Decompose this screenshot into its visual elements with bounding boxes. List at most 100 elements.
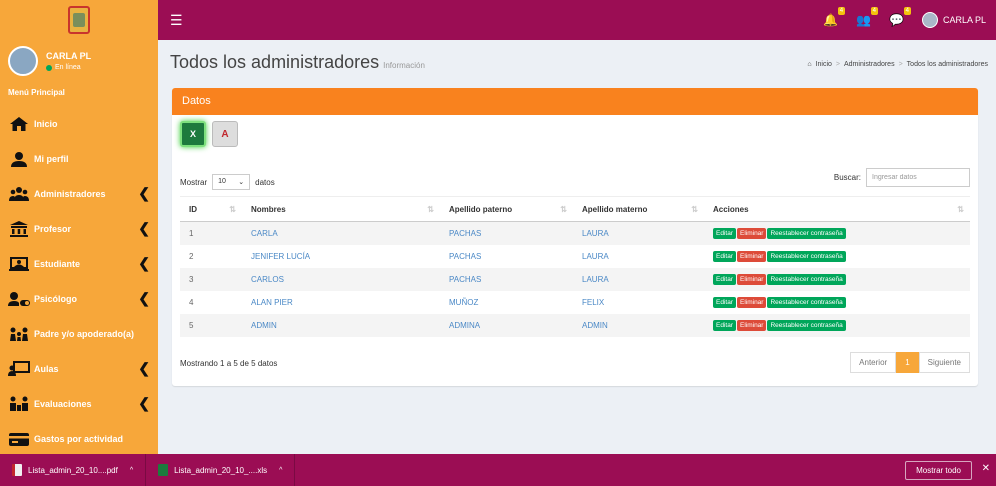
sidebar-item-label: Administradores <box>34 188 106 199</box>
edit-button[interactable]: Editar <box>713 250 736 262</box>
export-pdf-button[interactable]: A <box>212 121 238 147</box>
show-all-downloads-button[interactable]: Mostrar todo <box>905 461 972 480</box>
cell-apellido-paterno: MUÑOZ <box>449 297 479 307</box>
notification-badge: 4 <box>903 7 911 15</box>
table-row: 2 JENIFER LUCÍA PACHAS LAURA Editar Eliminar R… <box>180 245 970 268</box>
data-box: Datos X A Mostrar 10 ⌄ datos Buscar: Ing… <box>172 88 978 386</box>
breadcrumb-separator: > <box>898 61 903 68</box>
delete-button[interactable]: Eliminar <box>736 273 767 285</box>
sidebar-item-padre-apoderado[interactable]: Padre y/o apoderado(a) <box>0 316 158 351</box>
classroom-icon <box>8 360 30 378</box>
sidebar-item-profesor[interactable]: Profesor ❮ <box>0 211 158 246</box>
delete-button[interactable]: Eliminar <box>736 319 767 331</box>
sidebar-item-psicologo[interactable]: Psicólogo ❮ <box>0 281 158 316</box>
users-icon[interactable]: 👥 4 <box>856 7 879 27</box>
pagination-prev-button[interactable]: Anterior <box>850 352 897 373</box>
chevron-left-icon: ❮ <box>138 290 150 306</box>
edit-button[interactable]: Editar <box>713 296 736 308</box>
cell-apellido-paterno: PACHAS <box>449 251 482 261</box>
chevron-up-icon[interactable]: ^ <box>279 467 282 474</box>
cell-id: 5 <box>180 313 242 337</box>
cell-acciones: Editar Eliminar Reestablecer contraseña <box>704 221 970 245</box>
column-label: Apellido paterno <box>449 204 513 214</box>
cell-nombres: JENIFER LUCÍA <box>251 251 311 261</box>
building-icon <box>8 220 30 238</box>
sidebar-item-gastos[interactable]: Gastos por actividad <box>0 421 158 456</box>
sidebar-item-label: Inicio <box>34 118 58 129</box>
cell-nombres: CARLOS <box>242 267 440 291</box>
breadcrumb-link-administradores[interactable]: Administradores <box>844 61 895 68</box>
users-icon <box>8 185 30 203</box>
notification-badge: 4 <box>837 7 846 15</box>
close-icon[interactable]: ✕ <box>982 463 990 474</box>
sidebar-item-administradores[interactable]: Administradores ❮ <box>0 176 158 211</box>
sidebar-item-label: Aulas <box>34 363 59 374</box>
cell-id: 2 <box>189 251 194 261</box>
navbar-right: 🔔 4 👥 4 💬 4 CARLA PL <box>823 0 986 40</box>
downloads-bar: Lista_admin_20_10....pdf ^ Lista_admin_2… <box>0 454 996 486</box>
pagination-next-button[interactable]: Siguiente <box>918 352 970 373</box>
column-header-id[interactable]: ID ⇅ <box>180 196 242 222</box>
chevron-left-icon: ❮ <box>138 255 150 271</box>
breadcrumb-link-inicio[interactable]: Inicio <box>816 61 832 68</box>
breadcrumb-separator: > <box>835 61 840 68</box>
cell-apellido-materno: LAURA <box>573 267 704 291</box>
download-item-pdf[interactable]: Lista_admin_20_10....pdf ^ <box>0 454 147 486</box>
comments-icon[interactable]: 💬 4 <box>889 7 911 27</box>
page-length-select[interactable]: 10 ⌄ <box>212 174 251 190</box>
delete-button[interactable]: Eliminar <box>736 296 767 308</box>
column-header-apellido-paterno[interactable]: Apellido paterno ⇅ <box>440 196 573 222</box>
sort-icon: ⇅ <box>957 205 964 214</box>
pagination-page-button[interactable]: 1 <box>896 352 919 373</box>
table-body: 1 CARLA PACHAS LAURA Editar Eliminar Reestable… <box>180 221 970 337</box>
user-menu[interactable]: CARLA PL <box>921 12 986 28</box>
download-item-xls[interactable]: Lista_admin_20_10_....xls ^ <box>146 454 296 486</box>
sidebar-item-label: Profesor <box>34 223 72 234</box>
cell-nombres: ALAN PIER <box>251 297 293 307</box>
edit-button[interactable]: Editar <box>713 319 736 331</box>
column-header-nombres[interactable]: Nombres ⇅ <box>242 196 440 222</box>
sidebar-item-estudiante[interactable]: Estudiante ❮ <box>0 246 158 281</box>
search-control: Buscar: <box>834 168 970 187</box>
app-logo[interactable] <box>0 0 158 40</box>
cell-acciones: Editar Eliminar Reestablecer contraseña <box>704 291 970 314</box>
status-label: En línea <box>55 64 81 71</box>
page-title-text: Todos los administradores <box>170 52 380 72</box>
delete-button[interactable]: Eliminar <box>736 227 767 239</box>
column-label: Nombres <box>251 204 286 214</box>
sidebar-item-evaluaciones[interactable]: Evaluaciones ❮ <box>0 386 158 421</box>
sidebar-item-label: Mi perfil <box>34 153 69 164</box>
breadcrumb: ⌂ Inicio > Administradores > Todos los a… <box>807 61 988 68</box>
cell-apellido-materno: ADMIN <box>573 313 704 337</box>
sidebar-item-label: Gastos por actividad <box>34 433 124 444</box>
sidebar-profile: CARLA PL En línea <box>0 40 158 82</box>
reset-password-button[interactable]: Reestablecer contraseña <box>767 250 846 262</box>
chevron-left-icon: ❮ <box>138 220 150 236</box>
reset-password-button[interactable]: Reestablecer contraseña <box>767 296 846 308</box>
cell-apellido-materno: LAURA <box>573 221 704 245</box>
bell-icon[interactable]: 🔔 4 <box>823 7 846 27</box>
admins-table: ID ⇅ Nombres ⇅ Apellido paterno ⇅ Apellido … <box>180 196 970 337</box>
chevron-up-icon[interactable]: ^ <box>130 467 133 474</box>
hamburger-menu-icon[interactable]: ☰ <box>170 12 183 29</box>
column-header-apellido-materno[interactable]: Apellido materno ⇅ <box>573 196 704 222</box>
sidebar-item-aulas[interactable]: Aulas ❮ <box>0 351 158 386</box>
menu-header: Menú Principal <box>8 88 65 97</box>
edit-button[interactable]: Editar <box>713 273 736 285</box>
reset-password-button[interactable]: Reestablecer contraseña <box>767 319 846 331</box>
edit-button[interactable]: Editar <box>713 227 736 239</box>
sidebar-item-inicio[interactable]: Inicio <box>0 106 158 141</box>
page-subtitle: Información <box>383 61 425 70</box>
cell-apellido-materno: LAURA <box>582 251 609 261</box>
export-excel-button[interactable]: X <box>180 121 206 147</box>
user-icon <box>8 150 30 168</box>
search-input[interactable] <box>866 168 970 187</box>
delete-button[interactable]: Eliminar <box>736 250 767 262</box>
evaluations-icon <box>8 395 30 413</box>
sidebar-item-mi-perfil[interactable]: Mi perfil <box>0 141 158 176</box>
reset-password-button[interactable]: Reestablecer contraseña <box>767 227 846 239</box>
column-header-acciones[interactable]: Acciones ⇅ <box>704 196 970 222</box>
reset-password-button[interactable]: Reestablecer contraseña <box>767 273 846 285</box>
cell-acciones: Editar Eliminar Reestablecer contraseña <box>704 267 970 291</box>
cell-nombres: CARLA <box>242 221 440 245</box>
